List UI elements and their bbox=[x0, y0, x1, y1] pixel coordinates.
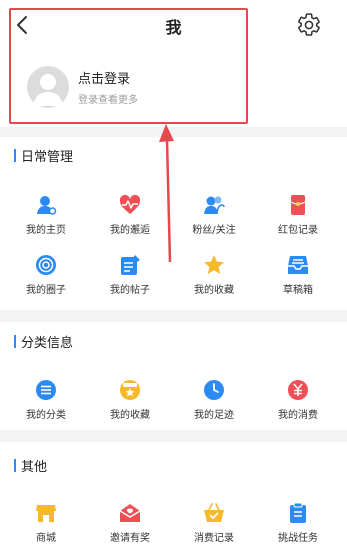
user-icon bbox=[37, 196, 57, 215]
grid-item-label: 我的主页 bbox=[26, 225, 66, 236]
star-circle-icon bbox=[120, 380, 140, 400]
grid-item-fans-follow[interactable]: 粉丝/关注 bbox=[179, 194, 249, 238]
post-edit-icon bbox=[121, 255, 140, 275]
grid-item-label: 粉丝/关注 bbox=[192, 225, 236, 236]
grid-item-my-footprint[interactable]: 我的足迹 bbox=[179, 379, 249, 423]
login-subtitle: 登录查看更多 bbox=[78, 95, 138, 106]
gear-icon[interactable] bbox=[296, 12, 322, 38]
drafts-tray-icon bbox=[288, 256, 308, 274]
grid-item-label: 我的圈子 bbox=[26, 285, 66, 296]
grid-item-my-category[interactable]: 我的分类 bbox=[11, 379, 81, 423]
grid-item-label: 我的收藏 bbox=[194, 285, 234, 296]
grid-item-my-collection[interactable]: 我的收藏 bbox=[95, 379, 165, 423]
circle-target-icon bbox=[36, 255, 56, 275]
category-list-icon bbox=[36, 380, 56, 400]
nav-header: 我 bbox=[0, 0, 347, 46]
grid-item-label: 我的消费 bbox=[278, 410, 318, 421]
grid-item-label: 我的邂逅 bbox=[110, 225, 150, 236]
grid-item-label: 我的分类 bbox=[26, 410, 66, 421]
grid-item-my-spending[interactable]: 我的消费 bbox=[263, 379, 333, 423]
section-title: 日常管理 bbox=[21, 149, 74, 165]
grid-item-my-posts[interactable]: 我的帖子 bbox=[95, 254, 165, 298]
grid-item-label: 商城 bbox=[36, 533, 56, 544]
grid-item-drafts[interactable]: 草稿箱 bbox=[263, 254, 333, 298]
grid-item-label: 消费记录 bbox=[194, 533, 234, 544]
divider bbox=[0, 310, 347, 322]
grid-item-label: 红包记录 bbox=[278, 225, 318, 236]
divider bbox=[0, 127, 347, 137]
basket-icon bbox=[204, 503, 224, 522]
red-packet-icon bbox=[290, 195, 306, 215]
clipboard-icon bbox=[290, 502, 306, 523]
clock-icon bbox=[204, 380, 224, 400]
grid-item-challenge-task[interactable]: 挑战任务 bbox=[263, 502, 333, 546]
grid-item-label: 我的帖子 bbox=[110, 285, 150, 296]
page-title: 我 bbox=[165, 18, 182, 37]
login-card[interactable]: 点击登录 登录查看更多 bbox=[0, 47, 347, 127]
grid-item-spending-record[interactable]: 消费记录 bbox=[179, 502, 249, 546]
grid-item-label: 我的收藏 bbox=[110, 410, 150, 421]
heartbeat-icon bbox=[119, 194, 141, 214]
divider bbox=[0, 430, 347, 442]
grid-item-label: 我的足迹 bbox=[194, 410, 234, 421]
section-accent-bar bbox=[14, 458, 16, 472]
section-accent-bar bbox=[14, 148, 16, 162]
grid-item-label: 挑战任务 bbox=[278, 533, 318, 544]
grid-item-my-circle[interactable]: 我的圈子 bbox=[11, 254, 81, 298]
section-other: 其他 商城 邀请有奖 消费记录 挑战任务 bbox=[0, 442, 347, 547]
grid-item-invite-reward[interactable]: 邀请有奖 bbox=[95, 502, 165, 546]
avatar[interactable] bbox=[27, 66, 69, 108]
star-icon bbox=[204, 255, 224, 274]
section-title: 分类信息 bbox=[21, 335, 74, 351]
login-title[interactable]: 点击登录 bbox=[78, 68, 130, 87]
default-avatar-icon bbox=[33, 74, 63, 106]
grid-item-my-homepage[interactable]: 我的主页 bbox=[11, 194, 81, 238]
shop-icon bbox=[36, 505, 56, 522]
grid-item-red-packet-record[interactable]: 红包记录 bbox=[263, 194, 333, 238]
grid-item-my-encounter[interactable]: 我的邂逅 bbox=[95, 194, 165, 238]
grid-item-label: 邀请有奖 bbox=[110, 533, 150, 544]
section-accent-bar bbox=[14, 334, 16, 348]
invite-mail-icon bbox=[119, 504, 141, 522]
yen-icon bbox=[288, 380, 308, 400]
section-title: 其他 bbox=[21, 459, 48, 475]
section-daily-management: 日常管理 我的主页 我的邂逅 粉丝/关注 红包记录 我的圈子 我的帖子 我的收藏… bbox=[0, 137, 347, 310]
fans-icon bbox=[204, 196, 225, 214]
grid-item-my-favorites[interactable]: 我的收藏 bbox=[179, 254, 249, 298]
grid-item-label: 草稿箱 bbox=[283, 285, 313, 296]
section-category-info: 分类信息 我的分类 我的收藏 我的足迹 我的消费 bbox=[0, 322, 347, 430]
grid-item-shop[interactable]: 商城 bbox=[11, 502, 81, 546]
